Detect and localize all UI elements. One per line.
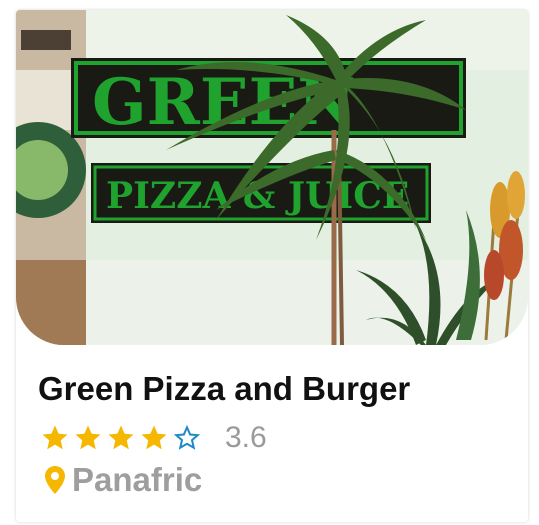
star-icon — [108, 425, 134, 450]
location-row: Panafric — [44, 460, 202, 500]
location-pin-icon — [45, 466, 65, 494]
location-name: Panafric — [72, 461, 203, 498]
star-outline-icon — [173, 424, 201, 450]
star-icon — [75, 425, 101, 450]
restaurant-photo: GREEN PIZZA & JUICE — [16, 10, 528, 345]
restaurant-name: Green Pizza and Burger — [38, 370, 411, 407]
star-icon — [141, 425, 167, 450]
restaurant-card[interactable]: GREEN PIZZA & JUICE Green Pizza and Burg… — [16, 10, 528, 522]
rating-value: 3.6 — [225, 421, 267, 454]
star-icon — [42, 425, 68, 450]
rating-row: 3.6 — [40, 420, 267, 456]
